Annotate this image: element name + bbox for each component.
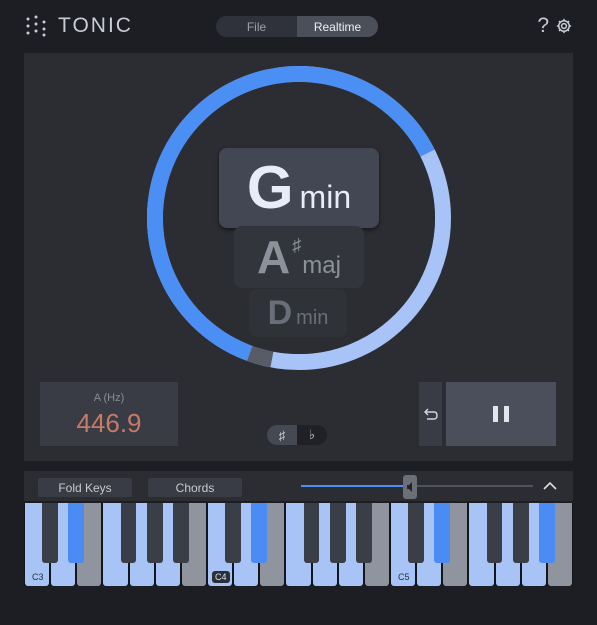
octave-label: C5 (398, 572, 410, 582)
key-accidental: ♯ (292, 235, 302, 255)
mode-toggle: File Realtime (216, 16, 378, 37)
volume-slider-fill (301, 485, 411, 487)
accidental-toggle: ♯ ♭ (267, 425, 327, 445)
pause-button[interactable] (446, 382, 556, 446)
key-result-primary: G min (219, 148, 379, 228)
tuning-reference[interactable]: A (Hz) 446.9 (40, 382, 178, 446)
octave-label: C3 (32, 572, 44, 582)
octave-label: C4 (212, 571, 230, 583)
key-root: G (246, 154, 294, 221)
pause-icon (490, 406, 512, 422)
black-key[interactable] (512, 503, 529, 563)
key-root: D (267, 294, 293, 332)
gear-icon[interactable] (555, 17, 573, 35)
reset-button[interactable] (419, 382, 442, 446)
volume-slider-thumb[interactable] (403, 475, 418, 499)
black-key[interactable] (42, 503, 58, 563)
black-key[interactable] (225, 503, 241, 563)
chords-button[interactable]: Chords (148, 478, 242, 497)
keyboard-toolbar: Fold Keys Chords (24, 471, 573, 501)
chevron-up-icon[interactable] (541, 477, 559, 495)
help-icon[interactable]: ? (537, 14, 549, 38)
key-result-tertiary: D min (249, 289, 347, 337)
sharp-option[interactable]: ♯ (267, 425, 297, 445)
key-quality: maj (302, 252, 341, 279)
piano-keyboard: C3 C4 C5 (24, 503, 573, 586)
tuning-value: 446.9 (76, 408, 142, 438)
black-key[interactable] (146, 503, 163, 563)
undo-icon (423, 408, 438, 420)
tab-file[interactable]: File (216, 16, 297, 37)
fold-keys-button[interactable]: Fold Keys (38, 478, 132, 497)
black-key[interactable] (303, 503, 320, 563)
black-key[interactable] (120, 503, 137, 563)
tab-realtime[interactable]: Realtime (297, 16, 378, 37)
black-key[interactable] (486, 503, 503, 563)
black-key[interactable] (251, 503, 268, 563)
speaker-icon (407, 482, 413, 492)
black-key[interactable] (434, 503, 451, 563)
black-key[interactable] (329, 503, 346, 563)
key-result-secondary: A ♯ maj (234, 226, 364, 288)
app-title: TONIC (58, 14, 133, 37)
app-logo: TONIC (24, 14, 133, 38)
key-root: A (257, 231, 291, 283)
black-key[interactable] (408, 503, 424, 563)
key-quality: min (296, 307, 329, 329)
ring-marker (247, 345, 274, 368)
black-key[interactable] (68, 503, 85, 563)
flat-option[interactable]: ♭ (297, 425, 327, 445)
logo-dots-icon (26, 15, 46, 37)
black-key[interactable] (356, 503, 372, 563)
top-icons: ? (537, 14, 573, 38)
key-quality: min (299, 179, 352, 215)
key-detection-panel: G min A ♯ maj D min A (Hz) 446.9 ♯ ♭ (24, 53, 573, 461)
black-key[interactable] (173, 503, 189, 563)
black-key[interactable] (539, 503, 555, 563)
tuning-label: A (Hz) (93, 392, 125, 404)
